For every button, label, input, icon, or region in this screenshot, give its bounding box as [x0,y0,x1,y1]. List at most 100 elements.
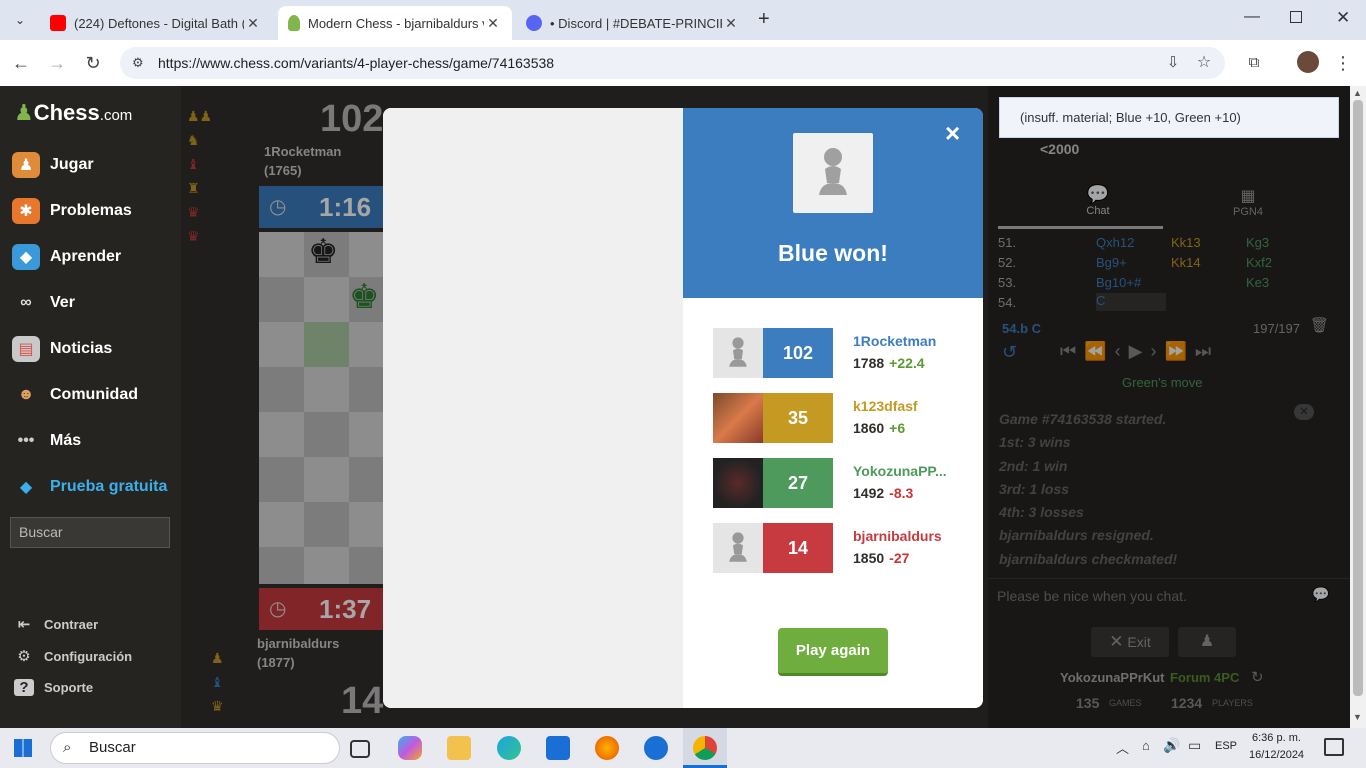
sidebar-item-prueba-gratuita[interactable]: ◆ Prueba gratuita [12,474,168,500]
thunderbird-icon[interactable] [644,736,668,760]
result-row[interactable]: 14 bjarnibaldurs 1850 -27 [713,523,963,573]
close-icon[interactable]: ✕ [244,15,262,32]
result-row[interactable]: 27 YokozunaPP... 1492 -8.3 [713,458,963,508]
modal-title: Blue won! [778,240,888,266]
minimize-button[interactable]: — [1244,8,1260,26]
modal-left-panel [383,108,683,708]
language-indicator[interactable]: ESP [1215,740,1237,752]
task-view-icon[interactable] [350,740,370,758]
bookmark-star-icon[interactable]: ☆ [1191,50,1217,76]
pawn-avatar-icon [729,532,747,562]
tab-title: Modern Chess - bjarnibaldurs v [308,15,484,31]
sidebar-item-problemas[interactable]: ✱ Problemas [12,198,132,224]
help-icon: ? [14,679,34,696]
rating-value: 1492 [853,485,885,501]
back-button[interactable]: ← [8,50,34,76]
sidebar-item-jugar[interactable]: ♟ Jugar [12,152,94,178]
scroll-thumb[interactable] [1353,100,1363,696]
sidebar-support[interactable]: ? Soporte [14,679,93,696]
rating-value: 1860 [853,420,885,436]
close-window-button[interactable]: ✕ [1336,8,1350,28]
copilot-icon[interactable] [398,736,422,760]
chrome-taskbar-button[interactable] [683,728,727,768]
profile-avatar[interactable] [1297,51,1319,73]
sidebar-search-input[interactable]: Buscar [10,517,170,548]
site-settings-icon[interactable]: ⚙ [132,47,144,79]
url-text: https://www.chess.com/variants/4-player-… [158,55,555,71]
avatar [713,458,763,508]
mail-icon[interactable] [546,736,570,760]
firefox-icon[interactable] [595,736,619,760]
show-hidden-icons[interactable]: ︿ [1116,738,1129,757]
sidebar-item-mas[interactable]: ••• Más [12,428,82,454]
tab-search-button[interactable]: ⌄ [10,10,30,30]
modal-close-button[interactable]: × [945,118,960,149]
install-app-icon[interactable]: ⇩ [1160,50,1186,76]
logo-text: Chess [33,100,100,125]
close-icon[interactable]: ✕ [484,15,502,32]
tab-chess[interactable]: Modern Chess - bjarnibaldurs v ✕ [278,6,512,40]
volume-icon[interactable]: 🔊 [1163,737,1180,754]
community-icon: ☻ [17,386,35,403]
player-name[interactable]: YokozunaPP... [853,463,947,479]
player-name[interactable]: bjarnibaldurs [853,528,942,544]
rating-value: 1788 [853,355,885,371]
player-rating: 1860 +6 [853,420,905,436]
wifi-icon[interactable]: ▭ [1188,737,1201,754]
reload-button[interactable]: ↻ [80,50,106,76]
result-row[interactable]: 35 k123dfasf 1860 +6 [713,393,963,443]
windows-taskbar: ⌕ Buscar ︿ ⌂ 🔊 ▭ ESP 6:36 p. m. 16/12/20… [0,728,1366,768]
clock-time[interactable]: 6:36 p. m. [1252,732,1301,744]
avatar [713,328,763,378]
close-icon[interactable]: ✕ [722,15,740,32]
notifications-icon[interactable] [1324,738,1344,756]
pawn-avatar-icon [729,337,747,367]
rating-delta: +6 [889,420,906,436]
menu-icon[interactable]: ⋮ [1330,50,1356,76]
windows-start-icon[interactable] [14,739,32,757]
browser-toolbar: ← → ↻ ⚙ https://www.chess.com/variants/4… [0,40,1366,86]
edge-icon[interactable] [497,736,521,760]
sidebar-item-label: Ver [50,294,75,311]
player-rating: 1850 -27 [853,550,909,566]
forward-button[interactable]: → [44,50,70,76]
address-bar[interactable]: ⚙ https://www.chess.com/variants/4-playe… [120,47,1225,79]
file-explorer-icon[interactable] [447,736,471,760]
taskbar-search[interactable]: ⌕ Buscar [50,732,340,764]
chess-pawn-icon [288,15,300,31]
play-again-button[interactable]: Play again [778,628,888,676]
sidebar-item-label: Más [50,432,82,449]
sidebar-item-noticias[interactable]: ▤ Noticias [12,336,112,362]
discord-icon [526,15,542,31]
page-scrollbar[interactable]: ▲ ▼ [1350,86,1366,728]
gear-icon: ⚙ [17,648,31,665]
restore-button[interactable] [1290,11,1302,23]
result-row[interactable]: 102 1Rocketman 1788 +22.4 [713,328,963,378]
sidebar-settings[interactable]: ⚙ Configuración [14,647,132,665]
sidebar-bottom-label: Soporte [44,680,94,695]
clock-date[interactable]: 16/12/2024 [1249,749,1304,761]
new-tab-button[interactable]: + [758,8,778,31]
sidebar-item-ver[interactable]: ∞ Ver [12,290,75,316]
sidebar-item-label: Noticias [50,340,113,357]
player-name[interactable]: k123dfasf [853,398,918,414]
scroll-up-arrow[interactable]: ▲ [1353,88,1362,98]
chess-logo[interactable]: ♟Chess.com [14,100,132,126]
sidebar-item-aprender[interactable]: ◆ Aprender [12,244,121,270]
collapse-icon: ⇤ [17,616,31,633]
player-name[interactable]: 1Rocketman [853,333,936,349]
extensions-icon[interactable]: ⧉ [1241,50,1267,76]
network-icon[interactable]: ⌂ [1142,738,1150,753]
scroll-down-arrow[interactable]: ▼ [1353,712,1362,722]
tab-discord[interactable]: • Discord | #DEBATE-PRINCIPAL | P ✕ [516,6,750,40]
sidebar-collapse[interactable]: ⇤ Contraer [14,615,98,633]
avatar [713,393,763,443]
youtube-icon [50,15,66,31]
browser-tab-bar: ⌄ (224) Deftones - Digital Bath (O ✕ Mod… [0,0,1366,40]
rating-delta: -8.3 [889,485,914,501]
tab-youtube[interactable]: (224) Deftones - Digital Bath (O ✕ [40,6,272,40]
sidebar-item-label: Problemas [50,202,132,219]
sidebar-item-comunidad[interactable]: ☻ Comunidad [12,382,138,408]
rating-delta: -27 [889,550,910,566]
game-over-modal: Blue won! × 102 1Rocketman 1788 +22.4 35 … [383,108,983,708]
